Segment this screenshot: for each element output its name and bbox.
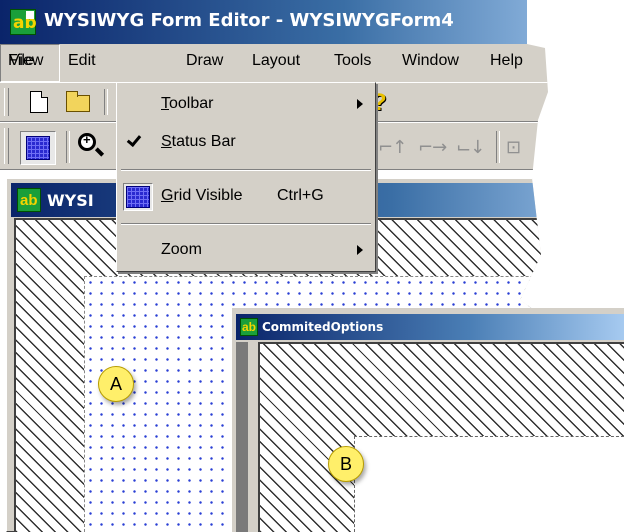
submenu-arrow-icon [357, 99, 363, 109]
align-middle-icon[interactable]: ⌐→ [418, 137, 447, 158]
new-document-icon[interactable] [30, 91, 48, 113]
child-app-icon[interactable]: ab [17, 188, 41, 212]
menu-item-label: Zoom [161, 241, 202, 258]
menu-layout[interactable]: Layout [252, 52, 300, 70]
design-canvas-b [258, 342, 624, 532]
grid-icon [26, 136, 50, 160]
menu-view[interactable]: View [0, 44, 60, 82]
menu-draw[interactable]: Draw [186, 52, 223, 70]
app-icon[interactable]: ab [10, 9, 37, 35]
window-b-app-icon[interactable]: ab [240, 318, 258, 336]
menu-window[interactable]: Window [402, 52, 459, 70]
grid-toggle-button[interactable] [20, 131, 56, 165]
callout-a: A [98, 366, 134, 402]
menu-view-label: View [9, 52, 44, 69]
open-folder-icon[interactable] [66, 91, 90, 112]
menu-item-status-bar[interactable]: Status Bar [119, 125, 373, 161]
menu-separator [121, 169, 371, 171]
toolbar-separator [104, 89, 108, 115]
window-b: ab CommitedOptions [232, 308, 624, 532]
menu-item-toolbar[interactable]: Toolbar [119, 87, 373, 123]
window-b-sidebar [236, 342, 248, 532]
group-icon[interactable]: ⊡ [506, 137, 521, 158]
menu-item-label: Status Bar [161, 133, 236, 150]
form-area-b[interactable] [354, 436, 624, 532]
title-bar[interactable]: ab WYSIWYG Form Editor - WYSIWYGForm4 [0, 0, 624, 44]
align-top-icon[interactable]: ⌐↑ [378, 137, 407, 158]
menu-item-label: Toolbar [161, 95, 214, 112]
submenu-arrow-icon [357, 245, 363, 255]
window-b-title: CommitedOptions [262, 320, 384, 334]
menu-item-zoom[interactable]: Zoom [119, 233, 373, 269]
align-bottom-icon[interactable]: ⌙↓ [456, 137, 485, 158]
menu-separator [121, 223, 371, 225]
menu-help[interactable]: Help [490, 52, 523, 70]
zoom-in-icon[interactable] [78, 132, 96, 151]
menu-tools[interactable]: Tools [334, 52, 371, 70]
child-window-title: WYSI [47, 191, 94, 210]
menu-item-grid-visible[interactable]: Grid Visible Ctrl+G [119, 179, 373, 215]
window-b-title-bar[interactable]: ab CommitedOptions [236, 314, 624, 340]
toolbar-separator [496, 131, 500, 163]
menu-bar: File Edit View Draw Layout Tools Window … [0, 44, 624, 82]
callout-b: B [328, 446, 364, 482]
view-menu-dropdown: Toolbar Status Bar Grid Visible Ctrl+G Z… [116, 82, 376, 272]
window-title: WYSIWYG Form Editor - WYSIWYGForm4 [44, 10, 454, 31]
menu-item-label: Grid Visible [161, 187, 243, 204]
menu-edit[interactable]: Edit [68, 52, 96, 70]
toolbar-grip[interactable] [4, 88, 9, 116]
grid-icon [123, 183, 153, 211]
check-icon [129, 133, 139, 147]
menu-item-shortcut: Ctrl+G [277, 187, 324, 204]
toolbar-separator [66, 131, 70, 163]
toolbar-grip[interactable] [4, 128, 9, 164]
